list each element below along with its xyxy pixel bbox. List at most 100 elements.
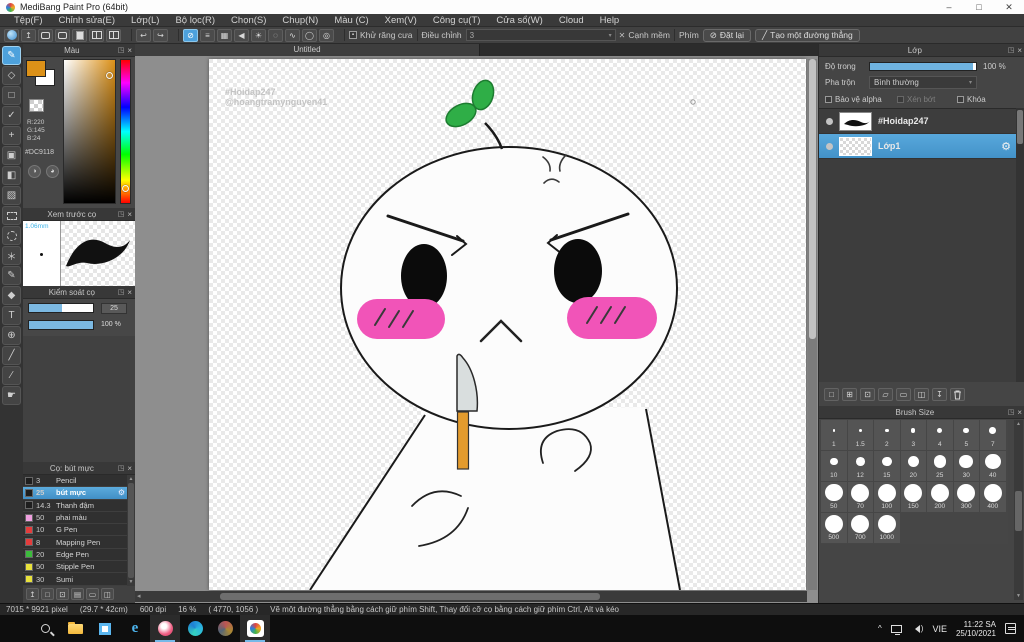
menu-item-tpf[interactable]: Tệp(F) — [6, 15, 51, 26]
brush-size-cell[interactable]: 50 — [821, 482, 848, 513]
menu-item-cloud[interactable]: Cloud — [551, 15, 592, 26]
eyedropper-tool[interactable]: ╱ — [2, 346, 21, 365]
close-button[interactable]: ✕ — [994, 2, 1024, 13]
popout-icon[interactable]: ◳ — [1008, 46, 1015, 54]
reset-button[interactable]: ⊘ Đặt lại — [702, 28, 752, 42]
tray-chevron-icon[interactable]: ^ — [878, 624, 882, 633]
transparent-color-swatch[interactable] — [29, 99, 44, 112]
snap-parallel-icon[interactable]: ≡ — [200, 28, 215, 42]
clock[interactable]: 11:22 SA 25/10/2021 — [956, 620, 996, 638]
search-button[interactable] — [30, 615, 60, 642]
brush-size-cell[interactable]: 200 — [927, 482, 954, 513]
brush-row[interactable]: 30 Sumi — [23, 573, 127, 586]
saturation-value-picker[interactable] — [63, 59, 116, 204]
medibang-taskbar-icon[interactable] — [240, 615, 270, 642]
brush-size-cell[interactable]: 30 — [953, 451, 980, 482]
brush-row[interactable]: 8 Mapping Pen — [23, 536, 127, 549]
popout-icon[interactable]: ◳ — [118, 288, 125, 296]
layer-row[interactable]: Lớp1 ⚙ — [819, 134, 1017, 159]
brush-size-cell[interactable]: 40 — [980, 451, 1007, 482]
popout-icon[interactable]: ◳ — [118, 46, 125, 54]
new-1bit-layer-icon[interactable]: ⊡ — [860, 388, 875, 401]
select-pen-tool[interactable]: ✎ — [2, 266, 21, 285]
brush-row[interactable]: 10 G Pen — [23, 524, 127, 537]
snap-radial-icon[interactable]: ☀ — [251, 28, 266, 42]
snap-cross-icon[interactable]: ▦ — [217, 28, 232, 42]
sv-picker-ring[interactable] — [106, 72, 113, 79]
close-icon[interactable]: × — [127, 464, 132, 473]
operation-tool[interactable]: ⊕ — [2, 326, 21, 345]
layer-list-scrollbar[interactable] — [1016, 108, 1024, 382]
pen-tool[interactable]: ∕ — [2, 366, 21, 385]
lock-checkbox[interactable]: Khóa — [957, 95, 986, 104]
comment-icon[interactable] — [38, 28, 53, 42]
select-rect-tool[interactable] — [2, 206, 21, 225]
brush-size-cell[interactable]: 100 — [874, 482, 901, 513]
menu-item-chns[interactable]: Chọn(S) — [223, 15, 274, 26]
snap-tool[interactable]: ✓ — [2, 106, 21, 125]
canvas-horizontal-scrollbar[interactable]: ◂ — [135, 591, 807, 602]
drawing-canvas[interactable]: #Hoidap247 @hoangtramynguyen41 — [209, 59, 806, 591]
document-tab[interactable]: Untitled — [135, 44, 480, 56]
notification-center-icon[interactable] — [1005, 623, 1016, 634]
hand-tool[interactable]: ☛ — [2, 386, 21, 405]
brush-row[interactable]: 14.3 Thanh đậm — [23, 500, 127, 512]
delete-layer-icon[interactable] — [950, 388, 965, 401]
shape-brush-tool[interactable]: □ — [2, 86, 21, 105]
brush-size-cell[interactable]: 4 — [927, 420, 954, 451]
alpha-protect-checkbox[interactable]: Bảo vệ alpha — [825, 95, 897, 104]
brush-size-cell[interactable]: 150 — [900, 482, 927, 513]
brush-size-cell[interactable]: 25 — [927, 451, 954, 482]
start-button[interactable] — [0, 615, 30, 642]
maximize-button[interactable]: □ — [964, 2, 994, 13]
brush-size-cell[interactable]: 300 — [953, 482, 980, 513]
add-layer-menu-icon[interactable]: ▱ — [878, 388, 893, 401]
brush-row[interactable]: 50 Stipple Pen — [23, 561, 127, 574]
language-indicator[interactable]: VIE — [932, 624, 947, 634]
snap-vanishing-icon[interactable]: ◀ — [234, 28, 249, 42]
duplicate-brush-icon[interactable]: ◫ — [101, 588, 114, 600]
new-layer-icon[interactable]: □ — [824, 388, 839, 401]
close-icon[interactable]: × — [1017, 46, 1022, 55]
close-icon[interactable]: × — [1017, 408, 1022, 417]
publish-icon[interactable]: ↥ — [21, 28, 36, 42]
move-tool[interactable]: + — [2, 126, 21, 145]
soft-edge-icon[interactable]: ✕ — [619, 31, 626, 40]
layer-visibility-icon[interactable] — [826, 142, 833, 150]
menu-item-xemv[interactable]: Xem(V) — [377, 15, 425, 26]
add-brush-menu-icon[interactable]: ⊡ — [56, 588, 69, 600]
brush-size-cell[interactable]: 700 — [847, 513, 874, 544]
copy-layer-icon[interactable]: ◫ — [914, 388, 929, 401]
snap-off-icon[interactable]: ⊘ — [183, 28, 198, 42]
correction-dropdown[interactable]: 3 ▾ — [465, 29, 616, 41]
snap-ellipse-icon[interactable]: ◯ — [302, 28, 317, 42]
layer-row[interactable]: #Hoidap247 — [819, 109, 1017, 134]
blend-mode-dropdown[interactable]: Bình thường ▾ — [869, 76, 977, 89]
brush-tool[interactable]: ✎ — [2, 46, 21, 65]
layer-opacity-slider[interactable] — [869, 61, 977, 71]
color-set-icon[interactable]: ◕ — [46, 165, 59, 178]
select-eraser-tool[interactable]: ◆ — [2, 286, 21, 305]
brush-size-cell[interactable]: 1000 — [874, 513, 901, 544]
brush-size-value[interactable]: 25 — [101, 303, 127, 314]
brush-folder-icon[interactable]: ▭ — [86, 588, 99, 600]
bucket-tool[interactable]: ◧ — [2, 166, 21, 185]
merge-layer-icon[interactable]: ↧ — [932, 388, 947, 401]
menu-item-casw[interactable]: Cửa sổ(W) — [488, 15, 550, 26]
snap-concentric-icon[interactable]: ◎ — [319, 28, 334, 42]
minimize-button[interactable]: – — [934, 2, 964, 13]
menu-item-muc[interactable]: Màu (C) — [326, 15, 376, 26]
brush-size-cell[interactable]: 15 — [874, 451, 901, 482]
clipping-checkbox[interactable]: Xén bớt — [897, 95, 957, 104]
close-icon[interactable]: × — [127, 46, 132, 55]
file-explorer-icon[interactable] — [60, 615, 90, 642]
brush-size-cell[interactable]: 400 — [980, 482, 1007, 513]
brush-size-cell[interactable]: 7 — [980, 420, 1007, 451]
eraser-tool[interactable]: ◇ — [2, 66, 21, 85]
menu-item-cngct[interactable]: Công cụ(T) — [425, 15, 489, 26]
menu-item-chpn[interactable]: Chụp(N) — [274, 15, 326, 26]
duplicate-layer-icon[interactable]: ⊞ — [842, 388, 857, 401]
brush-size-cell[interactable]: 2 — [874, 420, 901, 451]
undo-icon[interactable]: ↩ — [136, 28, 151, 42]
straight-line-button[interactable]: ╱ Tạo một đường thẳng — [755, 28, 860, 42]
